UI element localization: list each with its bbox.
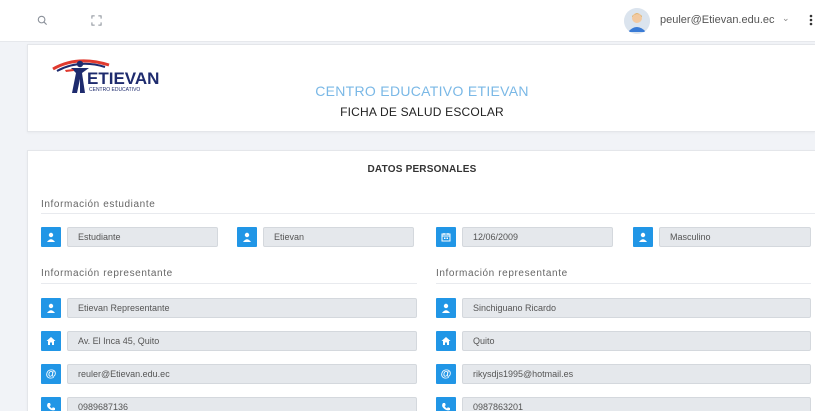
student-birth-date-field: 12/06/2009 <box>436 227 613 247</box>
phone-icon <box>41 397 61 411</box>
rep1-address-field: Av. El Inca 45, Quito <box>41 331 417 351</box>
student-first-name-field: Estudiante <box>41 227 218 247</box>
rep2-address-input[interactable]: Quito <box>462 331 811 351</box>
rep1-phone-field: 0989687136 <box>41 397 417 411</box>
user-icon <box>41 227 61 247</box>
rep1-email-field: @ reuler@Etievan.edu.ec <box>41 364 417 384</box>
student-last-name-input[interactable]: Etievan <box>263 227 414 247</box>
avatar[interactable] <box>624 8 650 34</box>
divider <box>41 213 815 214</box>
personal-data-card: DATOS PERSONALES Información estudiante … <box>27 150 815 411</box>
student-gender-field: Masculino <box>633 227 811 247</box>
home-icon <box>436 331 456 351</box>
student-gender-input[interactable]: Masculino <box>659 227 811 247</box>
search-icon[interactable] <box>34 12 50 28</box>
divider <box>436 283 811 284</box>
user-icon <box>41 298 61 318</box>
representative-info-label: Información representante <box>41 268 173 279</box>
student-info-label: Información estudiante <box>41 199 156 210</box>
rep2-email-field: @ rikysdjs1995@hotmail.es <box>436 364 811 384</box>
top-bar: peuler@Etievan.edu.ec ⌄ <box>0 0 815 42</box>
rep2-name-input[interactable]: Sinchiguano Ricardo <box>462 298 811 318</box>
chevron-down-icon[interactable]: ⌄ <box>782 13 790 24</box>
at-icon: @ <box>41 364 61 384</box>
rep2-phone-field: 0987863201 <box>436 397 811 411</box>
at-icon: @ <box>436 364 456 384</box>
rep2-email-input[interactable]: rikysdjs1995@hotmail.es <box>462 364 811 384</box>
school-name: CENTRO EDUCATIVO ETIEVAN <box>315 83 529 99</box>
more-icon[interactable] <box>808 11 814 29</box>
divider <box>41 283 417 284</box>
student-first-name-input[interactable]: Estudiante <box>67 227 218 247</box>
user-icon <box>436 298 456 318</box>
rep2-name-field: Sinchiguano Ricardo <box>436 298 811 318</box>
home-icon <box>41 331 61 351</box>
expand-icon[interactable] <box>88 12 104 28</box>
header-card: ETIEVAN CENTRO EDUCATIVO CENTRO EDUCATIV… <box>27 44 815 132</box>
section-title: DATOS PERSONALES <box>367 164 477 175</box>
rep1-name-input[interactable]: Etievan Representante <box>67 298 417 318</box>
rep1-name-field: Etievan Representante <box>41 298 417 318</box>
rep2-phone-input[interactable]: 0987863201 <box>462 397 811 411</box>
rep2-address-field: Quito <box>436 331 811 351</box>
phone-icon <box>436 397 456 411</box>
user-icon <box>633 227 653 247</box>
rep1-phone-input[interactable]: 0989687136 <box>67 397 417 411</box>
user-icon <box>237 227 257 247</box>
student-last-name-field: Etievan <box>237 227 414 247</box>
rep1-address-input[interactable]: Av. El Inca 45, Quito <box>67 331 417 351</box>
student-birth-date-input[interactable]: 12/06/2009 <box>462 227 613 247</box>
rep1-email-input[interactable]: reuler@Etievan.edu.ec <box>67 364 417 384</box>
page-title: FICHA DE SALUD ESCOLAR <box>340 105 504 119</box>
user-email[interactable]: peuler@Etievan.edu.ec <box>660 14 775 26</box>
representative-info-label: Información representante <box>436 268 568 279</box>
calendar-icon <box>436 227 456 247</box>
